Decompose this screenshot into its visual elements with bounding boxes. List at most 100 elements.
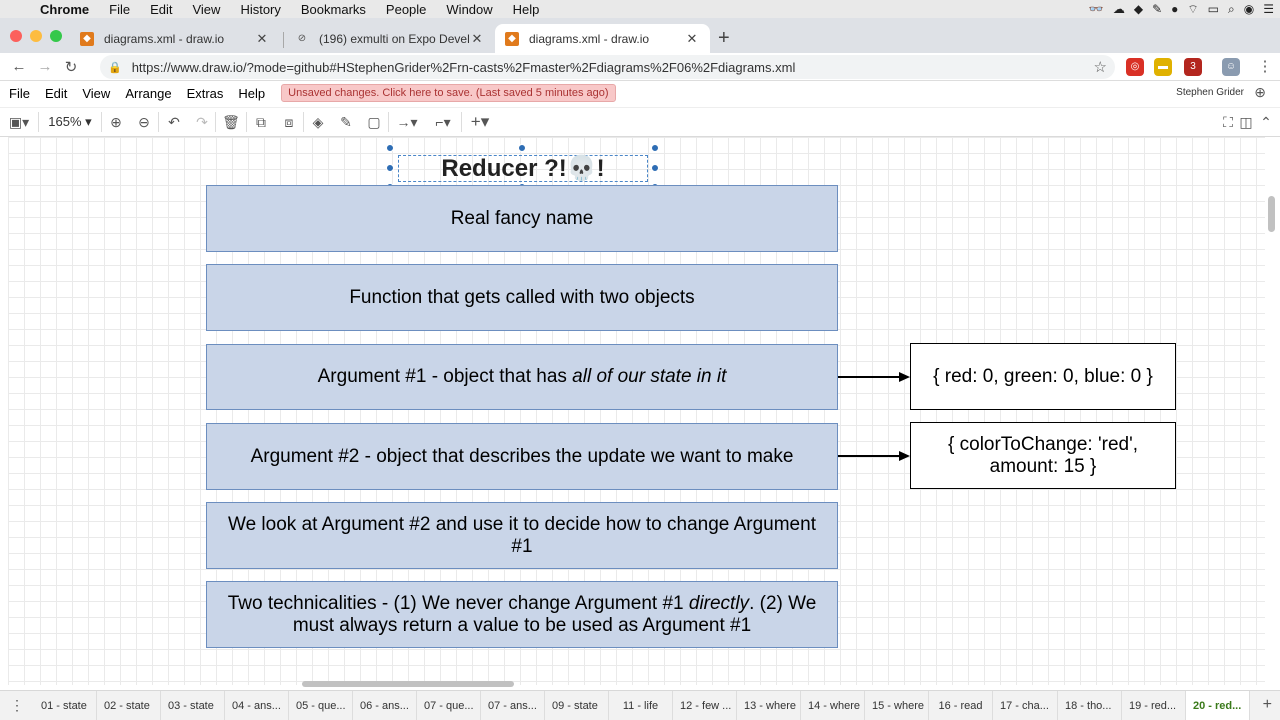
mac-menu-window[interactable]: Window [436,2,502,17]
mac-menu-view[interactable]: View [182,2,230,17]
close-tab-icon[interactable]: ✕ [254,31,270,47]
close-window-button[interactable] [10,30,22,42]
wifi-icon[interactable]: ⌔ [1187,2,1198,17]
drawio-menu-help[interactable]: Help [233,86,271,101]
drawio-menu-arrange[interactable]: Arrange [120,86,177,101]
battery-icon[interactable]: ▭ [1208,2,1219,16]
resize-handle[interactable] [518,144,526,152]
mac-menu-file[interactable]: File [99,2,140,17]
resize-handle[interactable] [386,144,394,152]
resize-handle[interactable] [651,164,659,172]
pen-icon[interactable]: ✎ [1152,2,1162,16]
to-front-icon[interactable]: ⧉ [247,114,275,131]
to-back-icon[interactable]: ⧈ [275,114,303,131]
resize-handle[interactable] [651,144,659,152]
forward-icon[interactable]: → [32,58,58,75]
page-tab[interactable]: 09 - state [545,690,609,720]
fullscreen-icon[interactable]: ⛶ [1220,114,1236,131]
page-tab[interactable]: 01 - state [34,690,97,720]
list-icon[interactable]: ☰ [1263,2,1274,16]
horizontal-scrollbar[interactable] [302,681,514,687]
box-function[interactable]: Function that gets called with two objec… [206,264,838,331]
collapse-toolbar-icon[interactable]: ⌃ [1258,114,1274,131]
mac-menu-edit[interactable]: Edit [140,2,182,17]
format-panel-toggle-icon[interactable]: ▣▾ [0,114,38,131]
connection-style-icon[interactable]: →▾ [389,114,425,131]
insert-icon[interactable]: +▾ [462,112,498,132]
browser-tab-1[interactable]: ◆ diagrams.xml - draw.io ✕ [70,24,280,53]
reload-icon[interactable]: ↻ [58,58,84,76]
url-input[interactable]: 🔒 https://www.draw.io/?mode=github#HStep… [100,55,1115,79]
page-tab[interactable]: 03 - state [161,690,225,720]
page-tab[interactable]: 07 - que... [417,690,481,720]
elephant-icon[interactable]: ◆ [1134,2,1143,16]
box-action-example[interactable]: { colorToChange: 'red', amount: 15 } [910,422,1176,489]
vertical-scrollbar[interactable] [1268,196,1275,232]
format-panel-icon[interactable]: ◫ [1238,114,1254,131]
arrow-connector-2[interactable] [838,455,900,457]
unsaved-changes-notice[interactable]: Unsaved changes. Click here to save. (La… [281,84,616,102]
drawio-menu-file[interactable]: File [4,86,36,101]
box-look-at-argument[interactable]: We look at Argument #2 and use it to dec… [206,502,838,569]
delete-icon[interactable]: 🗑 [216,114,246,131]
box-argument-2[interactable]: Argument #2 - object that describes the … [206,423,838,490]
zoom-select[interactable]: 165% ▾ [39,114,101,130]
box-state-example[interactable]: { red: 0, green: 0, blue: 0 } [910,343,1176,410]
page-tab[interactable]: 14 - where [801,690,865,720]
mac-menu-people[interactable]: People [376,2,436,17]
redo-icon[interactable]: ↷ [189,114,215,131]
box-argument-1[interactable]: Argument #1 - object that has all of our… [206,344,838,410]
arrow-connector-1[interactable] [838,376,900,378]
pages-menu-icon[interactable]: ⋮ [0,697,34,714]
diagram-canvas[interactable]: Reducer ?!💀! Real fancy name Function th… [8,137,1265,685]
page-tab[interactable]: 15 - where [865,690,929,720]
mac-menu-help[interactable]: Help [503,2,550,17]
browser-tab-3[interactable]: ◆ diagrams.xml - draw.io ✕ [495,24,710,53]
close-tab-icon[interactable]: ✕ [684,31,700,47]
profile-avatar[interactable]: ☺ [1222,58,1240,76]
drawio-menu-extras[interactable]: Extras [182,86,230,101]
diagram-title[interactable]: Reducer ?!💀! [398,155,648,182]
siri-icon[interactable]: ◉ [1244,2,1254,16]
drawio-menu-view[interactable]: View [77,86,116,101]
zoom-out-icon[interactable]: ⊖ [130,114,158,131]
page-tab[interactable]: 16 - read [929,690,993,720]
mac-menu-app[interactable]: Chrome [30,2,99,17]
zoom-in-icon[interactable]: ⊕ [102,114,130,131]
page-tab[interactable]: 05 - que... [289,690,353,720]
page-tab[interactable]: 13 - where [737,690,801,720]
browser-tab-2[interactable]: ⊘ (196) exmulti on Expo Develop ✕ [285,24,495,53]
bookmark-star-icon[interactable]: ☆ [1094,58,1107,76]
fill-color-icon[interactable]: ◈ [304,114,332,131]
extension-shield-icon[interactable]: ◎ [1126,58,1144,76]
page-tab[interactable]: 07 - ans... [481,690,545,720]
user-name[interactable]: Stephen Grider [1176,87,1244,98]
undo-icon[interactable]: ↶ [159,114,189,131]
zoom-window-button[interactable] [50,30,62,42]
waypoints-icon[interactable]: ⌐▾ [425,114,461,131]
back-icon[interactable]: ← [6,58,32,75]
extension-folder-icon[interactable]: ▬ [1154,58,1172,76]
new-tab-icon[interactable]: + [718,27,730,50]
page-tab[interactable]: 06 - ans... [353,690,417,720]
search-icon[interactable]: ⌕ [1228,2,1235,17]
extension-badge-icon[interactable]: 3 [1184,58,1202,76]
page-tab[interactable]: 02 - state [97,690,161,720]
language-globe-icon[interactable]: ⊕ [1254,84,1266,101]
mac-menu-history[interactable]: History [230,2,290,17]
page-tab[interactable]: 17 - cha... [993,690,1058,720]
cloud-icon[interactable]: ☁ [1113,2,1125,16]
page-tab[interactable]: 11 - life [609,690,673,720]
resize-handle[interactable] [386,164,394,172]
shadow-icon[interactable]: ▢ [360,114,388,131]
drawio-menu-edit[interactable]: Edit [40,86,73,101]
glasses-icon[interactable]: 👓 [1089,2,1104,16]
minimize-window-button[interactable] [30,30,42,42]
box-real-fancy-name[interactable]: Real fancy name [206,185,838,252]
add-page-icon[interactable]: + [1263,696,1272,714]
page-tab-active[interactable]: 20 - red... [1186,690,1250,720]
page-tab[interactable]: 19 - red... [1122,690,1186,720]
mac-menu-bookmarks[interactable]: Bookmarks [291,2,376,17]
close-tab-icon[interactable]: ✕ [469,31,485,47]
page-tab[interactable]: 12 - few ... [673,690,737,720]
